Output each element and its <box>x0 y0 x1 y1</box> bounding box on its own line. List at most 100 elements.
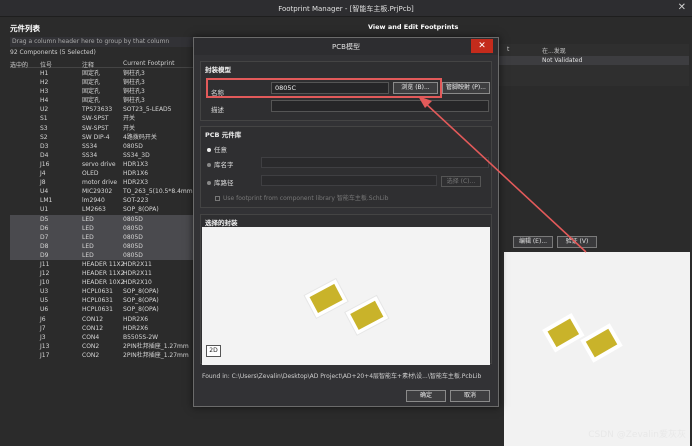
selected-footprint-title: 选择的封装 <box>205 219 238 227</box>
radio-on-icon <box>207 148 211 152</box>
cell-comment: SW DIP-4 <box>82 133 110 141</box>
cell-footprint: HDR2X3 <box>123 179 149 187</box>
cell-designator: J8 <box>40 179 46 187</box>
col-comment[interactable]: 注释 <box>82 60 94 69</box>
cell-designator: S2 <box>40 133 48 141</box>
cell-footprint: HDR1X3 <box>123 160 149 168</box>
cell-comment: 固定孔 <box>82 97 101 105</box>
cell-footprint: 开关 <box>123 115 136 123</box>
cell-designator: U6 <box>40 306 49 314</box>
cell-footprint: 0805D <box>123 251 143 259</box>
cell-comment: 固定孔 <box>82 88 101 96</box>
pcb-library-section: PCB 元件库 任意 库名字 库路径 选择 (C)... Use footpri… <box>200 126 492 208</box>
cell-designator: D4 <box>40 151 49 159</box>
radio-libname[interactable]: 库名字 <box>207 159 234 169</box>
component-list-header: 元件列表 <box>10 24 40 33</box>
cell-footprint: HDR2X6 <box>123 324 149 332</box>
pcb-library-title: PCB 元件库 <box>205 131 242 139</box>
cell-designator: H1 <box>40 70 49 77</box>
cell-footprint: 铜柱孔3 <box>123 97 145 105</box>
cell-footprint: SOP_8(OPA) <box>123 306 159 314</box>
cell-comment: MIC29302 <box>82 188 113 196</box>
selected-footprint-section: 选择的封装 2D <box>200 214 492 365</box>
checkbox-icon <box>215 196 220 201</box>
cell-footprint: HDR2X6 <box>123 315 149 323</box>
cell-comment: HCPL0631 <box>82 297 113 305</box>
cell-designator: D7 <box>40 233 49 241</box>
cell-comment: CON2 <box>82 351 100 359</box>
col-partial[interactable]: t <box>507 46 509 53</box>
cell-footprint: B5505S-2W <box>123 333 159 341</box>
footprint-preview-behind <box>504 252 690 446</box>
dialog-close-icon[interactable]: ✕ <box>471 39 493 53</box>
cell-designator: D5 <box>40 215 49 223</box>
cell-designator: U4 <box>40 188 49 196</box>
cell-comment: TPS73633 <box>82 106 113 114</box>
preview-pads <box>303 277 390 336</box>
cell-comment: LED <box>82 251 94 259</box>
libname-input[interactable] <box>261 157 489 168</box>
cell-designator: D8 <box>40 242 49 250</box>
cell-designator: J4 <box>40 170 46 178</box>
cell-comment: LED <box>82 242 94 250</box>
pin-map-button[interactable]: 管脚映射 (P)... <box>442 82 490 94</box>
col-designator[interactable]: 位号 <box>40 60 52 69</box>
cell-comment: HEADER 11X2 <box>82 260 125 268</box>
cell-designator: D3 <box>40 142 49 150</box>
col-current-footprint[interactable]: Current Footprint <box>123 60 174 67</box>
cell-comment: HCPL0631 <box>82 306 113 314</box>
cell-designator: H3 <box>40 88 49 96</box>
use-footprint-checkbox[interactable]: Use footprint from component library 智能车… <box>215 193 389 202</box>
footprint-row[interactable] <box>499 56 689 65</box>
cell-comment: CON12 <box>82 315 104 323</box>
radio-libpath[interactable]: 库路径 <box>207 177 234 187</box>
dialog-titlebar: PCB模型 ✕ <box>194 38 498 55</box>
radio-any-label: 任意 <box>214 146 227 154</box>
cell-designator: J6 <box>40 315 46 323</box>
cell-designator: J16 <box>40 160 50 168</box>
cell-designator: S1 <box>40 115 48 123</box>
cell-footprint: 0805D <box>123 233 143 241</box>
verify-button[interactable]: 验证 (V) <box>557 236 597 248</box>
cancel-button[interactable]: 取消 <box>450 390 490 402</box>
found-in-path: Found in: C:\Users\Zevalin\Desktop\AD Pr… <box>202 373 482 380</box>
cell-comment: OLED <box>82 170 99 178</box>
dialog-title: PCB模型 <box>332 43 360 51</box>
col-selected[interactable]: 选中的 <box>10 60 28 69</box>
cell-footprint: TO_263_5(10.5*8.4mm <box>123 188 193 196</box>
cell-footprint: 铜柱孔3 <box>123 79 145 87</box>
cell-footprint: SOP_8(OPA) <box>123 297 159 305</box>
description-input[interactable] <box>271 100 489 112</box>
cell-footprint: SOP_8(OPA) <box>123 288 159 296</box>
window-close-icon[interactable]: ✕ <box>678 2 686 13</box>
cell-footprint: HDR2X11 <box>123 270 152 278</box>
radio-off-icon <box>207 163 211 167</box>
radio-libname-label: 库名字 <box>214 161 234 169</box>
window-title: Footprint Manager - [智能车主板.PrjPcb] <box>278 5 414 13</box>
cell-comment: CON4 <box>82 333 100 341</box>
cell-designator: U2 <box>40 106 49 114</box>
cell-designator: U1 <box>40 206 49 214</box>
cell-footprint: HDR1X6 <box>123 170 149 178</box>
footprint-preview[interactable]: 2D <box>202 227 490 365</box>
libpath-input[interactable] <box>261 175 437 186</box>
cell-designator: J13 <box>40 342 50 350</box>
cell-designator: J3 <box>40 333 46 341</box>
radio-any[interactable]: 任意 <box>207 144 227 154</box>
description-label: 描述 <box>211 106 224 114</box>
cell-comment: LM2663 <box>82 206 106 214</box>
radio-libpath-label: 库路径 <box>214 179 234 187</box>
edit-button[interactable]: 编辑 (E)... <box>513 236 553 248</box>
view-2d-tag[interactable]: 2D <box>206 345 221 357</box>
col-found-in[interactable]: 在...发现 <box>542 46 566 55</box>
pcb-model-dialog: PCB模型 ✕ 封装模型 名称 0805C 浏览 (B)... 管脚映射 (P)… <box>193 37 499 407</box>
cell-footprint: 4路拨码开关 <box>123 133 157 141</box>
cell-footprint: 0805D <box>123 142 143 150</box>
ok-button[interactable]: 确定 <box>406 390 446 402</box>
cell-comment: 固定孔 <box>82 70 101 77</box>
cell-footprint: 2PIN杜邦插座_1.27mm <box>123 351 189 359</box>
cell-footprint: 铜柱孔3 <box>123 70 145 77</box>
choose-button[interactable]: 选择 (C)... <box>441 176 481 187</box>
cell-designator: D9 <box>40 251 49 259</box>
cell-comment: LED <box>82 233 94 241</box>
